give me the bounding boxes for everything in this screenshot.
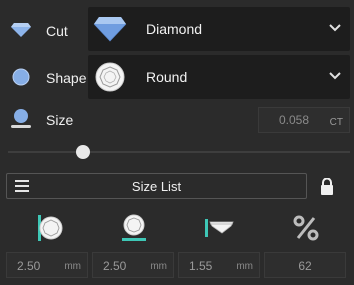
size-list-button[interactable]: Size List [6, 173, 307, 199]
cut-label: Cut [46, 23, 68, 39]
length-measure-icon [32, 213, 66, 243]
shape-label: Shape [46, 70, 87, 86]
depth-unit: mm [236, 261, 253, 272]
percent-icon [289, 213, 323, 243]
depth-measure-icon [201, 213, 235, 243]
list-icon [15, 180, 29, 192]
chevron-down-icon [329, 72, 341, 80]
width-unit: mm [150, 261, 167, 272]
chevron-down-icon [329, 24, 341, 32]
width-field[interactable]: 2.50 mm [92, 252, 174, 278]
size-label: Size [46, 112, 74, 128]
cut-dropdown[interactable]: Diamond [88, 7, 350, 51]
width-measure-icon [117, 213, 151, 243]
shape-dropdown[interactable]: Round [88, 55, 350, 99]
size-input[interactable]: 0.058 CT [258, 107, 350, 133]
size-value: 0.058 [278, 113, 310, 127]
cut-diamond-icon [8, 17, 34, 43]
length-unit: mm [64, 261, 81, 272]
shape-value: Round [146, 69, 188, 85]
size-slider-track[interactable] [8, 151, 350, 153]
length-field[interactable]: 2.50 mm [6, 252, 88, 278]
size-icon [8, 106, 34, 132]
shape-circle-icon [8, 64, 34, 90]
size-unit: CT [329, 117, 343, 128]
depth-value: 1.55 [189, 259, 213, 273]
length-value: 2.50 [17, 259, 41, 273]
diamond-icon [88, 7, 132, 51]
cut-value: Diamond [146, 21, 203, 37]
size-list-label: Size List [131, 178, 182, 194]
lock-icon[interactable] [320, 178, 334, 195]
percent-value: 62 [298, 259, 312, 273]
size-slider-handle[interactable] [76, 145, 91, 159]
depth-field[interactable]: 1.55 mm [178, 252, 260, 278]
width-value: 2.50 [103, 259, 127, 273]
percent-field[interactable]: 62 [264, 252, 346, 278]
round-shape-icon [88, 55, 132, 99]
